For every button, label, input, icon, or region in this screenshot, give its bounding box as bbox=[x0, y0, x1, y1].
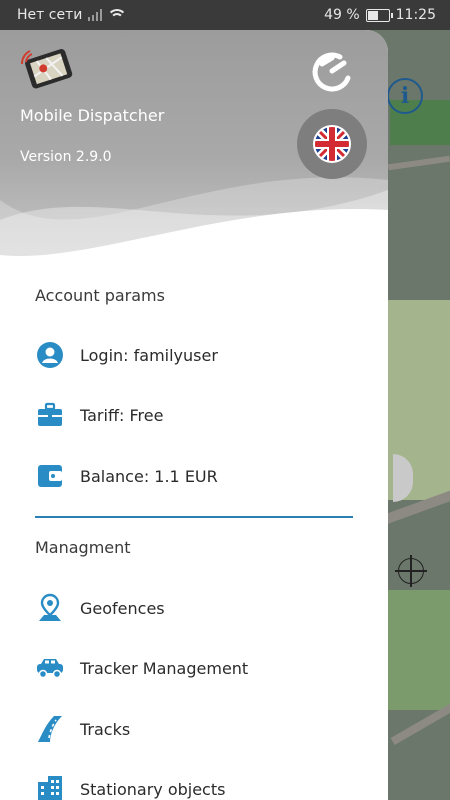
road-icon bbox=[35, 714, 65, 744]
wallet-icon bbox=[35, 461, 65, 491]
user-icon bbox=[35, 340, 65, 370]
menu-item-tracker-management[interactable]: Tracker Management bbox=[0, 640, 388, 696]
briefcase-icon bbox=[35, 400, 65, 430]
menu-item-label: Geofences bbox=[80, 598, 165, 618]
car-icon bbox=[35, 653, 65, 683]
language-button[interactable] bbox=[297, 109, 367, 179]
info-button[interactable]: i bbox=[387, 78, 423, 114]
wifi-icon bbox=[108, 9, 127, 21]
logout-icon[interactable] bbox=[310, 48, 356, 94]
section-title-account: Account params bbox=[35, 286, 165, 305]
menu-item-label: Tracker Management bbox=[80, 658, 249, 678]
drawer-header: Mobile Dispatcher Version 2.9.0 bbox=[0, 30, 388, 270]
crosshair-icon bbox=[395, 555, 427, 587]
menu-item-label: Login: familyuser bbox=[80, 345, 218, 365]
menu-item-tracks[interactable]: Tracks bbox=[0, 701, 388, 757]
carrier-label: Нет сети bbox=[17, 7, 83, 23]
app-logo-icon bbox=[20, 49, 73, 89]
info-icon: i bbox=[400, 83, 410, 109]
menu-item-geofences[interactable]: Geofences bbox=[0, 580, 388, 636]
menu-item-stationary-objects[interactable]: Stationary objects bbox=[0, 761, 388, 800]
status-bar: Нет сети 49 % 11:25 bbox=[0, 0, 450, 30]
building-icon bbox=[35, 774, 65, 800]
battery-icon bbox=[365, 8, 393, 22]
menu-item-label: Balance: 1.1 EUR bbox=[80, 466, 218, 486]
menu-item-label: Stationary objects bbox=[80, 779, 226, 799]
navigation-drawer: Mobile Dispatcher Version 2.9.0 Account … bbox=[0, 30, 388, 800]
menu-item-balance[interactable]: Balance: 1.1 EUR bbox=[0, 448, 388, 504]
app-name: Mobile Dispatcher bbox=[20, 106, 165, 125]
uk-flag-icon bbox=[313, 125, 351, 163]
menu-item-login[interactable]: Login: familyuser bbox=[0, 327, 388, 383]
menu-item-label: Tariff: Free bbox=[80, 405, 164, 425]
battery-percent: 49 % bbox=[324, 7, 360, 23]
section-title-management: Managment bbox=[35, 538, 131, 557]
clock: 11:25 bbox=[395, 7, 436, 23]
section-divider bbox=[35, 516, 353, 518]
geofence-pin-icon bbox=[35, 593, 65, 623]
menu-item-label: Tracks bbox=[80, 719, 131, 739]
signal-icon bbox=[88, 9, 103, 21]
menu-item-tariff[interactable]: Tariff: Free bbox=[0, 387, 388, 443]
app-version: Version 2.9.0 bbox=[20, 149, 112, 165]
